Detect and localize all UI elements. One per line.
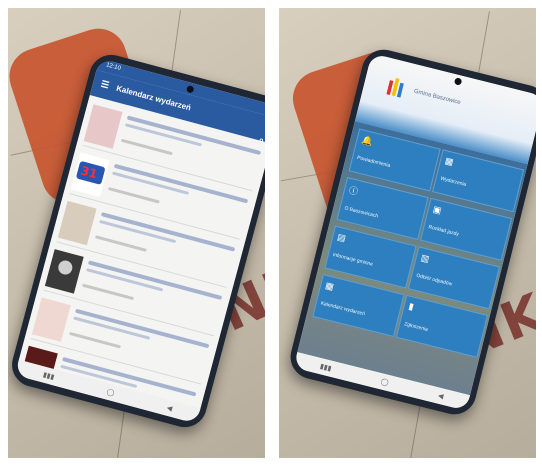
home-icon[interactable]: ◯	[380, 377, 390, 387]
back-icon[interactable]: ◀	[437, 392, 444, 401]
back-icon[interactable]: ◀	[166, 404, 173, 413]
tile-label: O Baszowicach	[343, 205, 379, 220]
recent-apps-icon[interactable]: ▮▮▮	[319, 362, 332, 373]
tile-label: Powiadomienia	[356, 154, 391, 169]
tile-label: Kalendarz wydarzeń	[320, 300, 366, 318]
right-photo: PINK Gmina Baszowice 🔔 Powiadomienia ▦ W…	[279, 8, 536, 458]
event-date	[120, 138, 173, 156]
recent-apps-icon[interactable]: ▮▮▮	[42, 371, 55, 381]
tile-label: Rozkład jazdy	[427, 224, 460, 238]
event-thumbnail: 31	[70, 152, 110, 198]
event-date	[107, 186, 160, 204]
tile-label: Wydarzenia	[439, 175, 467, 188]
event-thumbnail	[57, 200, 97, 246]
tile-label: Odbiór odpadów	[415, 272, 453, 288]
home-icon[interactable]: ◯	[106, 388, 116, 398]
app-logo-icon	[386, 77, 404, 98]
status-time: 12:10	[105, 62, 122, 72]
app-name: Gmina Baszowice	[413, 88, 462, 107]
tile-label: Zgłoszenia	[403, 321, 429, 333]
menu-icon[interactable]: ☰	[100, 79, 110, 92]
event-date	[94, 235, 147, 252]
event-thumbnail	[44, 249, 84, 294]
portrait-shape	[56, 258, 74, 277]
left-photo: PINK 12:10 ☰ Kalendarz wydarzeń ⌕ 31	[8, 8, 265, 458]
event-date	[81, 283, 134, 301]
tile-label: Informacje gminne	[332, 251, 374, 268]
event-thumbnail	[83, 104, 123, 149]
event-date	[69, 331, 121, 349]
event-thumbnail	[31, 297, 71, 342]
